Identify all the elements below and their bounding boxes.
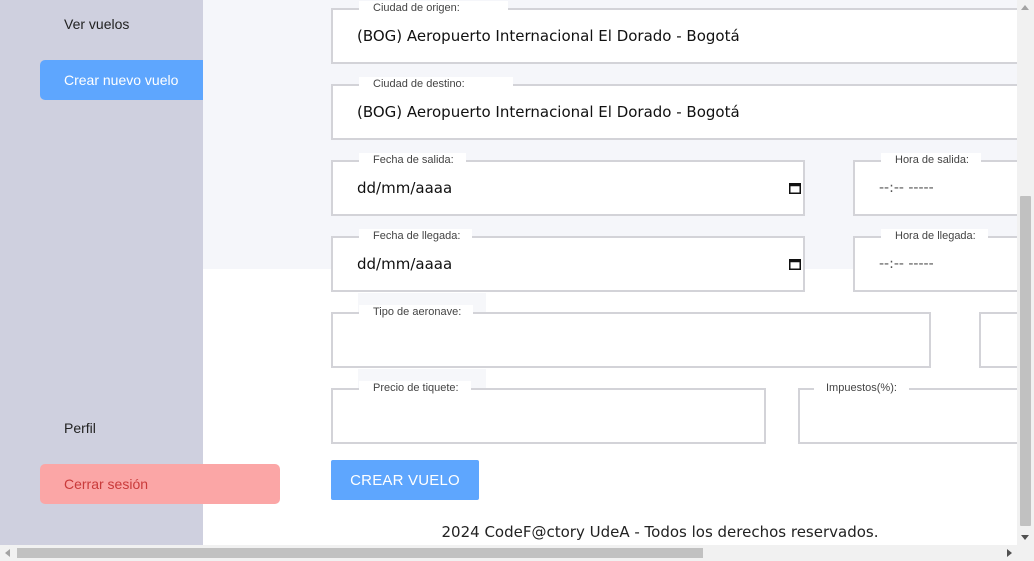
scroll-left-arrow-icon[interactable] (5, 549, 10, 557)
sidebar-item-perfil[interactable]: Perfil (40, 408, 280, 448)
sidebar-item-label: Perfil (64, 420, 96, 436)
ticket-price-input[interactable]: Precio de tiquete: (331, 381, 766, 444)
footer-text: 2024 CodeF@ctory UdeA - Todos los derech… (441, 523, 879, 541)
taxes-label: Impuestos(%): (814, 381, 909, 395)
aircraft-type-label: Tipo de aeronave: (359, 305, 474, 319)
destination-select[interactable]: Ciudad de destino: (BOG) Aeropuerto Inte… (331, 77, 1033, 140)
logout-button-label: Cerrar sesión (64, 476, 149, 492)
departure-time-label: Hora de salida: (881, 153, 981, 167)
horizontal-scrollbar-thumb[interactable] (17, 548, 703, 558)
origin-select[interactable]: Ciudad de origen: (BOG) Aeropuerto Inter… (331, 1, 1033, 64)
aircraft-type-input[interactable]: Tipo de aeronave: (331, 305, 931, 368)
departure-time-value: --:-- ----- (879, 180, 934, 196)
calendar-icon[interactable] (789, 258, 801, 270)
scroll-down-arrow-icon[interactable] (1021, 535, 1029, 540)
departure-date-value: dd/mm/aaaa (357, 179, 453, 197)
departure-date-input[interactable]: Fecha de salida: dd/mm/aaaa (331, 153, 805, 216)
arrival-time-label: Hora de llegada: (881, 229, 988, 243)
arrival-date-value: dd/mm/aaaa (357, 255, 453, 273)
sidebar-item-label: Ver vuelos (64, 16, 130, 32)
sidebar: Ver vuelos Crear nuevo vuelo Perfil Cerr… (0, 0, 280, 545)
logout-button[interactable]: Cerrar sesión (40, 464, 280, 504)
arrival-date-input[interactable]: Fecha de llegada: dd/mm/aaaa (331, 229, 805, 292)
vertical-scrollbar-thumb[interactable] (1020, 196, 1031, 526)
scroll-up-arrow-icon[interactable] (1021, 5, 1029, 10)
calendar-icon[interactable] (789, 182, 801, 194)
destination-value: (BOG) Aeropuerto Internacional El Dorado… (357, 103, 740, 121)
origin-label: Ciudad de origen: (359, 1, 508, 15)
arrival-date-label: Fecha de llegada: (359, 229, 473, 243)
taxes-input[interactable]: Impuestos(%): (798, 381, 1033, 444)
departure-time-input[interactable]: Hora de salida: --:-- ----- (853, 153, 1033, 216)
ticket-price-label: Precio de tiquete: (359, 381, 471, 395)
scroll-right-arrow-icon[interactable] (1007, 549, 1012, 557)
origin-value: (BOG) Aeropuerto Internacional El Dorado… (357, 27, 740, 45)
departure-date-label: Fecha de salida: (359, 153, 466, 167)
arrival-time-input[interactable]: Hora de llegada: --:-- ----- (853, 229, 1033, 292)
create-flight-button[interactable]: CREAR VUELO (331, 460, 479, 500)
arrival-time-value: --:-- ----- (879, 256, 934, 272)
destination-label: Ciudad de destino: (359, 77, 513, 91)
sidebar-item-label: Crear nuevo vuelo (64, 72, 179, 88)
